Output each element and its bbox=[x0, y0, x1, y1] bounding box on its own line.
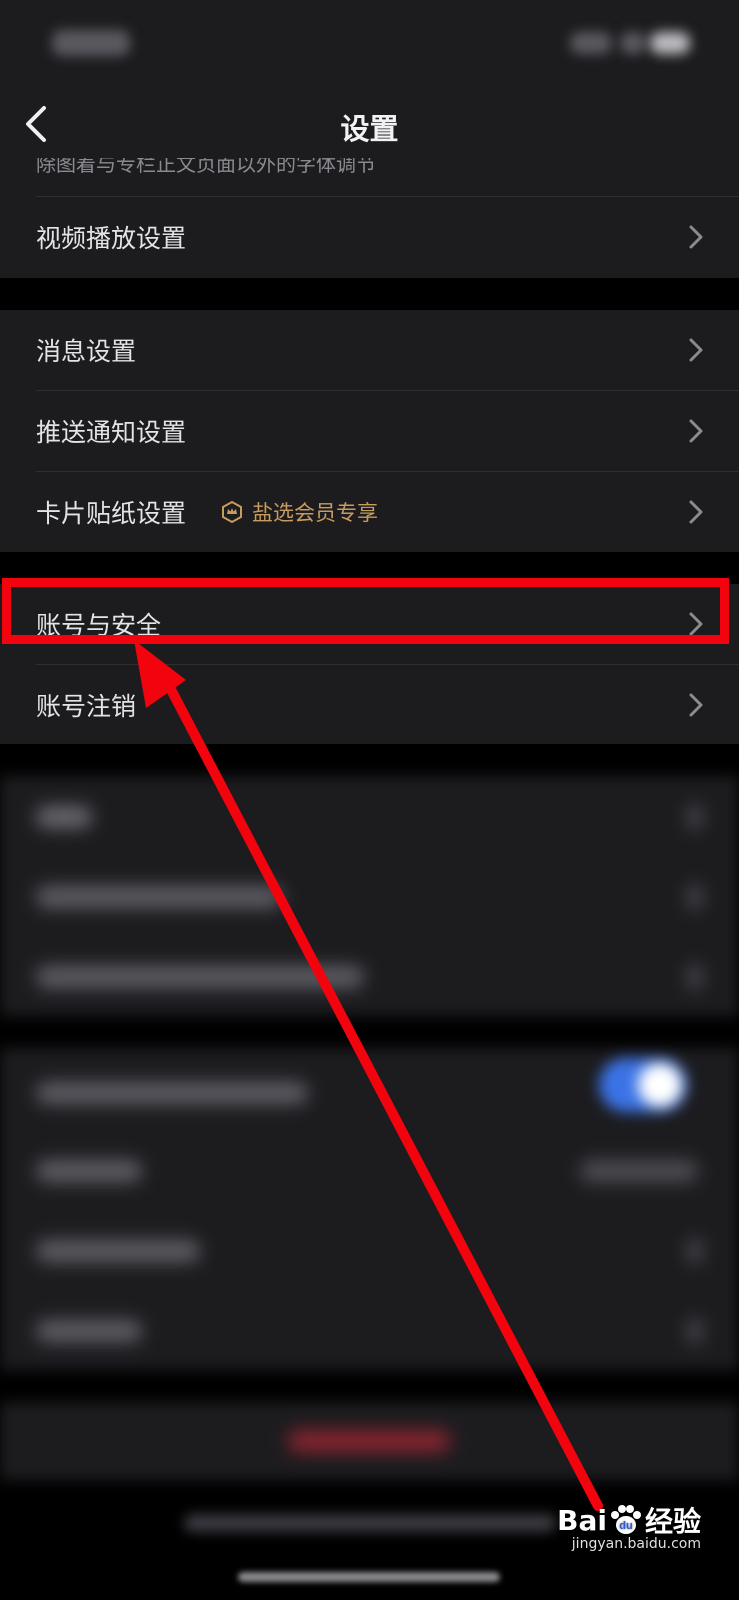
paw-icon: du bbox=[610, 1505, 641, 1534]
watermark-suffix: 经验 bbox=[644, 1505, 701, 1538]
watermark-paw-text: du bbox=[619, 1520, 632, 1532]
watermark-url: jingyan.baidu.com bbox=[571, 1536, 701, 1552]
annotation-arrow bbox=[134, 640, 603, 1511]
baidu-watermark: Bai du 经验 jingyan.baidu.com bbox=[557, 1500, 701, 1553]
watermark-brand: Bai bbox=[557, 1503, 607, 1537]
